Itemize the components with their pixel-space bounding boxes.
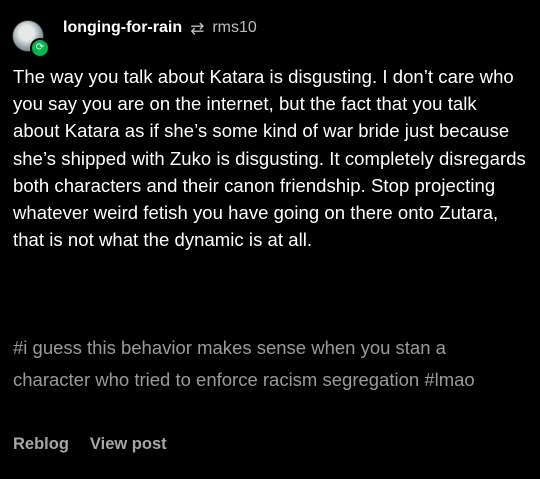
post-body: The way you talk about Katara is disgust… xyxy=(13,66,526,251)
post: ⟳ longing-for-rain ⇄ rms10 The way you t… xyxy=(0,0,540,479)
avatar[interactable]: ⟳ xyxy=(12,20,50,58)
reblog-icon: ⇄ xyxy=(190,18,205,38)
post-footer: Reblog View post xyxy=(13,435,167,454)
source-username-link[interactable]: rms10 xyxy=(212,19,256,37)
reblog-badge-icon: ⟳ xyxy=(30,38,50,58)
post-header: ⟳ longing-for-rain ⇄ rms10 xyxy=(12,14,528,58)
view-post-link[interactable]: View post xyxy=(90,435,167,454)
post-tags: #i guess this behavior makes sense when … xyxy=(13,332,528,396)
tag-link[interactable]: #i guess this behavior makes sense when … xyxy=(13,337,446,390)
username-link[interactable]: longing-for-rain xyxy=(63,19,182,37)
reblog-button[interactable]: Reblog xyxy=(13,435,69,454)
tag-link[interactable]: #lmao xyxy=(424,369,474,390)
post-attribution: longing-for-rain ⇄ rms10 xyxy=(63,19,257,37)
